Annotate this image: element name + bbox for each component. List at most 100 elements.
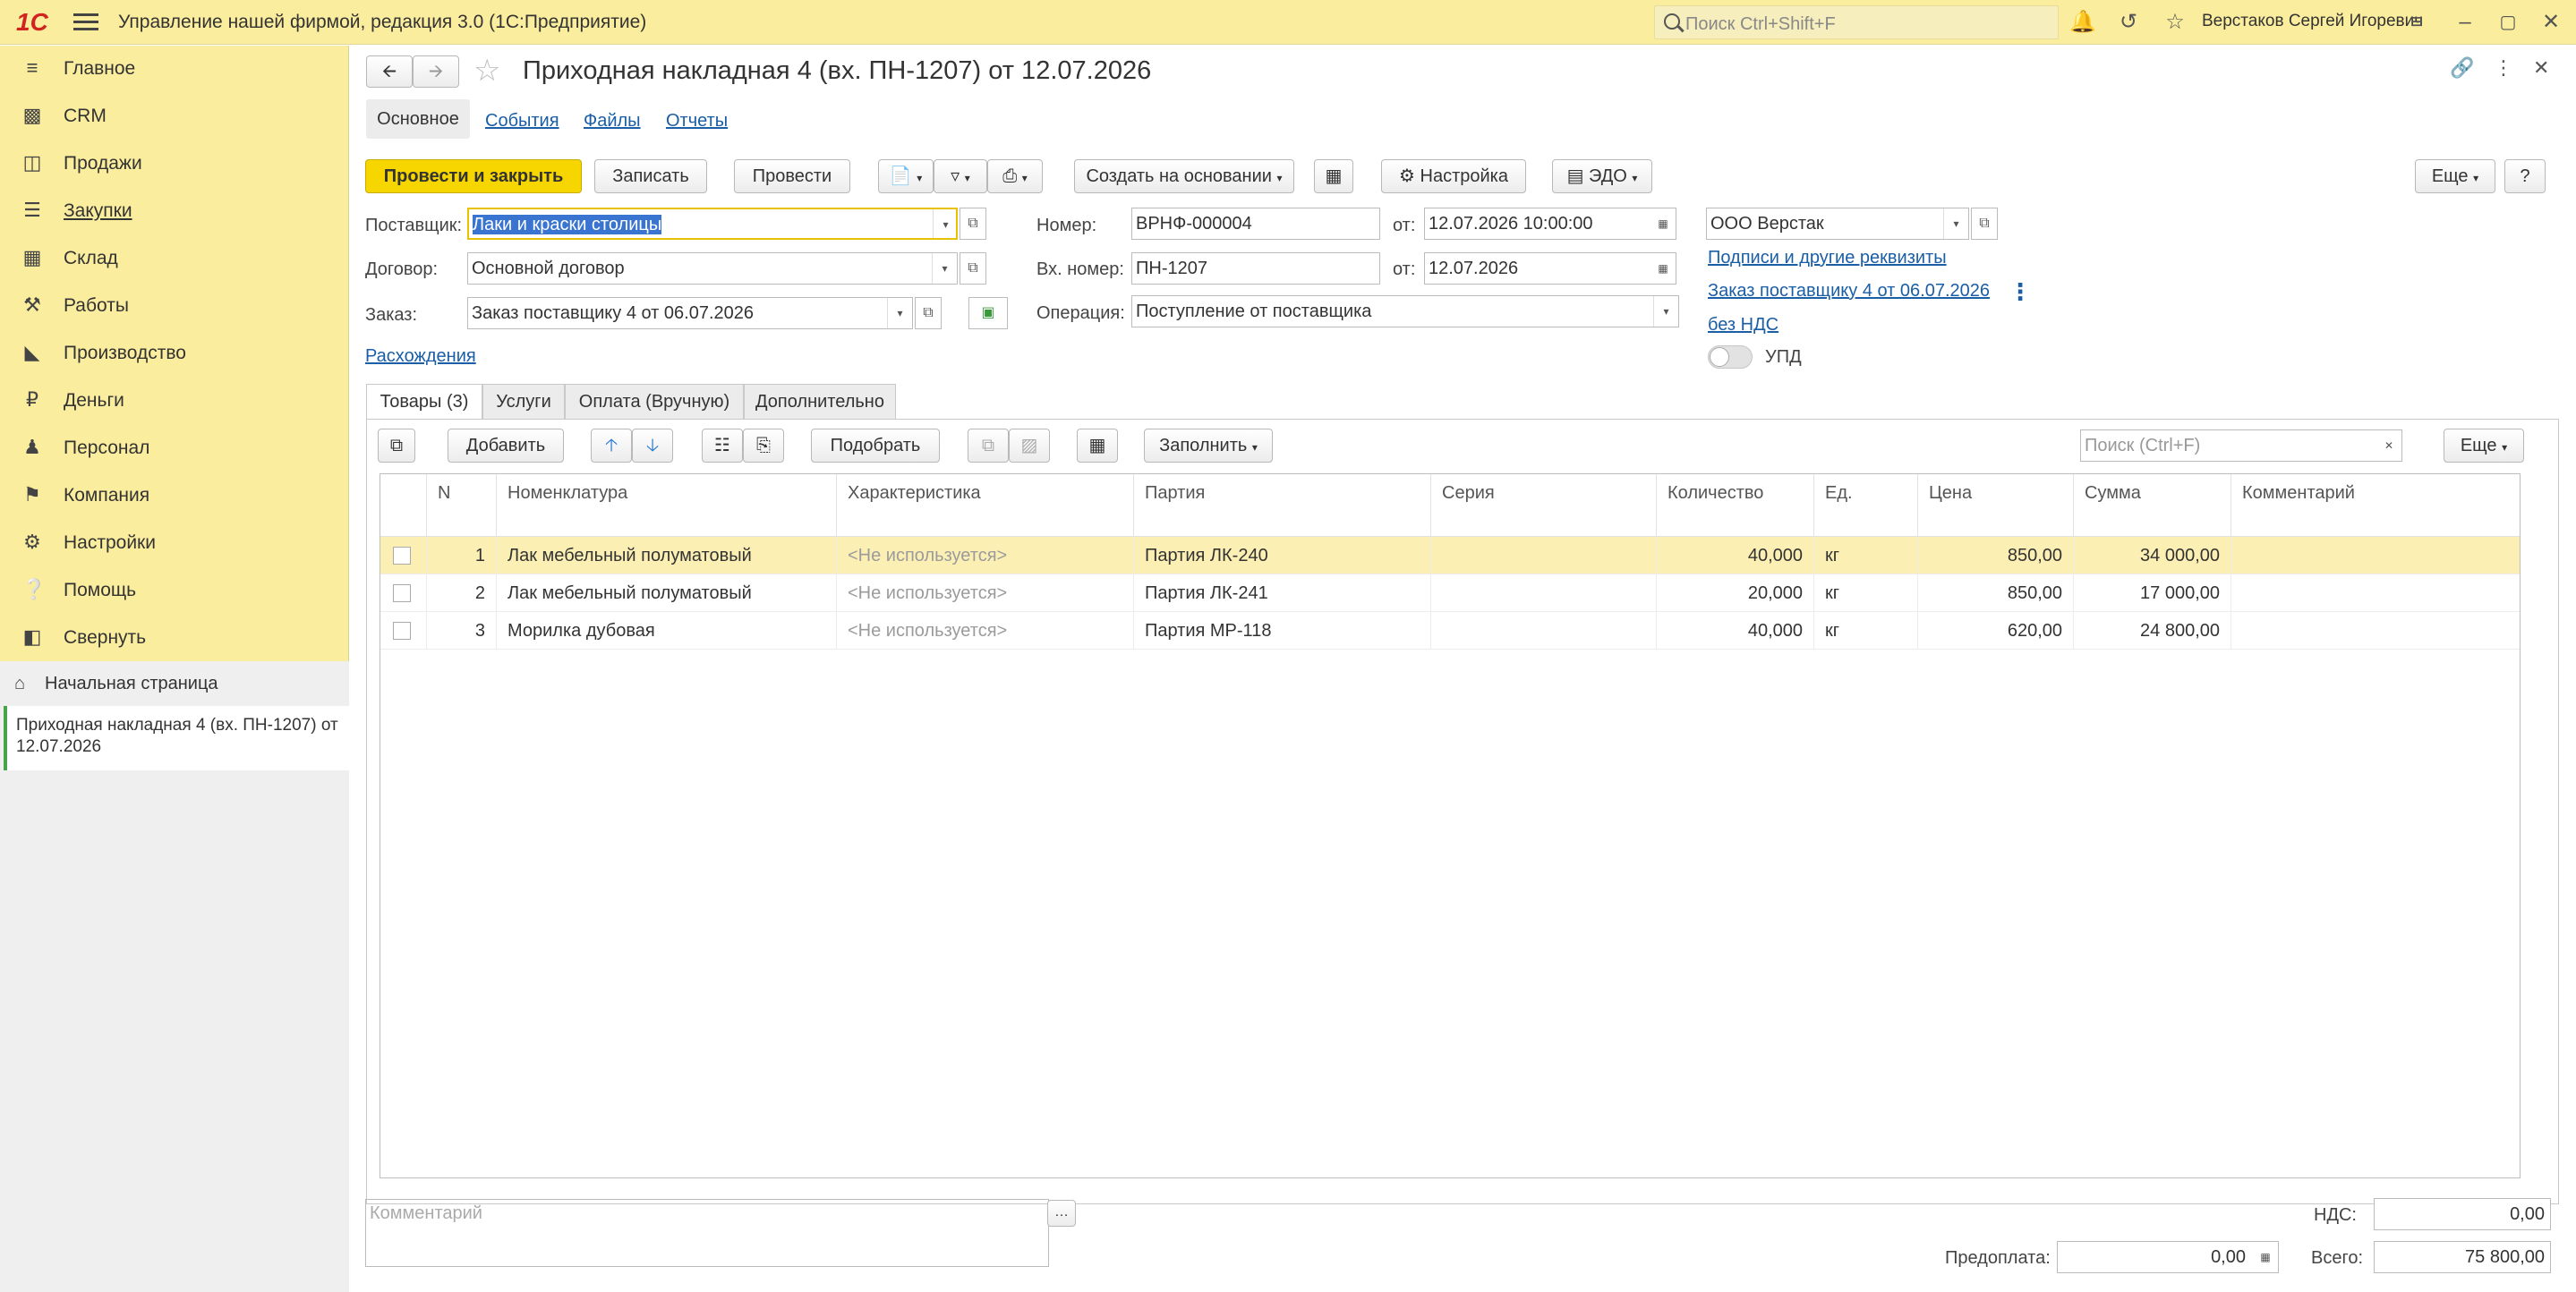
- cell-quantity[interactable]: 40,000: [1657, 537, 1814, 574]
- comment-expand-button[interactable]: …: [1047, 1200, 1076, 1227]
- close-window-icon[interactable]: ✕: [2538, 10, 2563, 35]
- tab-additional[interactable]: Дополнительно: [744, 384, 896, 420]
- signatures-link[interactable]: Подписи и другие реквизиты: [1708, 248, 1947, 268]
- scanner-button[interactable]: ⎘: [743, 429, 784, 463]
- cell-comment[interactable]: [2231, 574, 2520, 612]
- create-based-on-button[interactable]: Создать на основании ▾: [1074, 159, 1294, 193]
- operation-field[interactable]: Поступление от поставщика ▾: [1131, 295, 1679, 327]
- table-more-button[interactable]: Еще ▾: [2444, 429, 2524, 463]
- open-order-icon[interactable]: ⧉: [915, 297, 942, 329]
- sidebar-item-sales[interactable]: ◫ Продажи: [0, 140, 349, 185]
- cell-unit[interactable]: кг: [1814, 612, 1918, 650]
- calendar-icon[interactable]: ▦: [1651, 253, 1676, 284]
- close-form-icon[interactable]: ✕: [2533, 56, 2549, 80]
- cell-price[interactable]: 620,00: [1918, 612, 2074, 650]
- contract-field[interactable]: Основной договор ▾: [467, 252, 958, 285]
- barcode-button[interactable]: ☷: [702, 429, 743, 463]
- main-menu-icon[interactable]: [73, 9, 98, 34]
- cell-item[interactable]: Морилка дубовая: [497, 612, 837, 650]
- move-up-button[interactable]: 🡡: [591, 429, 632, 463]
- sidebar-item-main[interactable]: ≡ Главное: [0, 46, 349, 90]
- print-dropdown[interactable]: ⎙ ▾: [987, 159, 1043, 193]
- sidebar-item-company[interactable]: ⚑ Компания: [0, 472, 349, 517]
- tab-events[interactable]: События: [485, 111, 559, 132]
- column-header-characteristic[interactable]: Характеристика: [837, 474, 1134, 537]
- open-company-icon[interactable]: ⧉: [1971, 208, 1998, 240]
- cell-price[interactable]: 850,00: [1918, 574, 2074, 612]
- edo-button[interactable]: ▤ ЭДО ▾: [1552, 159, 1652, 193]
- fill-button[interactable]: Заполнить ▾: [1144, 429, 1273, 463]
- cell-characteristic[interactable]: <Не используется>: [837, 537, 1134, 574]
- column-header-price[interactable]: Цена: [1918, 474, 2074, 537]
- cell-quantity[interactable]: 20,000: [1657, 574, 1814, 612]
- cell-series[interactable]: [1431, 612, 1657, 650]
- supplier-field[interactable]: Лаки и краски столицы ▾: [467, 208, 958, 240]
- table-row[interactable]: 3 Морилка дубовая <Не используется> Парт…: [380, 612, 2520, 650]
- column-header-series[interactable]: Серия: [1431, 474, 1657, 537]
- company-field[interactable]: ООО Верстак ▾: [1706, 208, 1969, 240]
- paste-disabled-button[interactable]: ▨: [1009, 429, 1050, 463]
- sidebar-item-personnel[interactable]: ♟ Персонал: [0, 425, 349, 470]
- more-vertical-icon[interactable]: ⋮: [2494, 56, 2513, 80]
- user-name[interactable]: Верстаков Сергей Игоревич: [2202, 12, 2423, 31]
- number-field[interactable]: ВРНФ-000004: [1131, 208, 1380, 240]
- tab-services[interactable]: Услуги: [482, 384, 565, 420]
- prepay-field[interactable]: 0,00 ▦: [2057, 1241, 2279, 1273]
- save-button[interactable]: Записать: [594, 159, 707, 193]
- in-date-field[interactable]: 12.07.2026 ▦: [1424, 252, 1676, 285]
- more-button[interactable]: Еще ▾: [2415, 159, 2495, 193]
- cell-comment[interactable]: [2231, 612, 2520, 650]
- cell-series[interactable]: [1431, 537, 1657, 574]
- cell-item[interactable]: Лак мебельный полуматовый: [497, 574, 837, 612]
- cell-characteristic[interactable]: <Не используется>: [837, 612, 1134, 650]
- forward-button[interactable]: 🡪: [413, 55, 459, 88]
- in-number-field[interactable]: ПН-1207: [1131, 252, 1380, 285]
- excel-load-button[interactable]: ▦: [1077, 429, 1118, 463]
- filter-dropdown[interactable]: ▿ ▾: [934, 159, 987, 193]
- chevron-down-icon[interactable]: ▾: [932, 253, 957, 284]
- column-header-quantity[interactable]: Количество: [1657, 474, 1814, 537]
- favorite-star-icon[interactable]: ☆: [473, 53, 500, 89]
- sidebar-item-warehouse[interactable]: ▦ Склад: [0, 235, 349, 280]
- date-field[interactable]: 12.07.2026 10:00:00 ▦: [1424, 208, 1676, 240]
- sidebar-item-crm[interactable]: ▩ CRM: [0, 93, 349, 138]
- order-link[interactable]: Заказ поставщику 4 от 06.07.2026: [1708, 281, 1990, 302]
- cell-unit[interactable]: кг: [1814, 574, 1918, 612]
- chevron-down-icon[interactable]: ▾: [1943, 208, 1968, 239]
- global-search-input[interactable]: Поиск Ctrl+Shift+F: [1654, 5, 2059, 39]
- chevron-down-icon[interactable]: ▾: [887, 298, 912, 328]
- maximize-icon[interactable]: ▢: [2495, 10, 2521, 35]
- chevron-down-icon[interactable]: ▾: [1653, 296, 1678, 327]
- add-row-button[interactable]: Добавить: [448, 429, 564, 463]
- star-icon[interactable]: ☆: [2162, 10, 2188, 35]
- tab-reports[interactable]: Отчеты: [666, 111, 728, 132]
- link-icon[interactable]: 🔗: [2450, 56, 2474, 80]
- post-button[interactable]: Провести: [734, 159, 850, 193]
- sidebar-item-production[interactable]: ◣ Производство: [0, 330, 349, 375]
- cell-batch[interactable]: Партия ЛК-240: [1134, 537, 1431, 574]
- row-checkbox[interactable]: [393, 622, 411, 640]
- more-vertical-icon[interactable]: ⋮: [2009, 278, 2032, 306]
- settings-button[interactable]: ⚙ Настройка: [1381, 159, 1526, 193]
- cell-quantity[interactable]: 40,000: [1657, 612, 1814, 650]
- column-header-unit[interactable]: Ед.: [1814, 474, 1918, 537]
- column-header-batch[interactable]: Партия: [1134, 474, 1431, 537]
- cell-comment[interactable]: [2231, 537, 2520, 574]
- open-document-tab[interactable]: Приходная накладная 4 (вх. ПН-1207) от 1…: [4, 706, 349, 770]
- tab-payment[interactable]: Оплата (Вручную): [565, 384, 744, 420]
- order-field[interactable]: Заказ поставщику 4 от 06.07.2026 ▾: [467, 297, 913, 329]
- column-header-sum[interactable]: Сумма: [2074, 474, 2231, 537]
- history-icon[interactable]: ↺: [2116, 10, 2141, 35]
- sidebar-item-money[interactable]: ₽ Деньги: [0, 378, 349, 422]
- discrepancies-link[interactable]: Расхождения: [365, 346, 476, 367]
- help-button[interactable]: ?: [2504, 159, 2546, 193]
- chevron-down-icon[interactable]: ▾: [933, 209, 956, 238]
- tab-main[interactable]: Основное: [366, 99, 470, 139]
- home-page-link[interactable]: ⌂ Начальная страница: [0, 661, 349, 706]
- cell-characteristic[interactable]: <Не используется>: [837, 574, 1134, 612]
- pick-button[interactable]: Подобрать: [811, 429, 940, 463]
- cell-sum[interactable]: 34 000,00: [2074, 537, 2231, 574]
- cell-price[interactable]: 850,00: [1918, 537, 2074, 574]
- column-header-comment[interactable]: Комментарий: [2231, 474, 2520, 537]
- table-row[interactable]: 1 Лак мебельный полуматовый <Не использу…: [380, 537, 2520, 574]
